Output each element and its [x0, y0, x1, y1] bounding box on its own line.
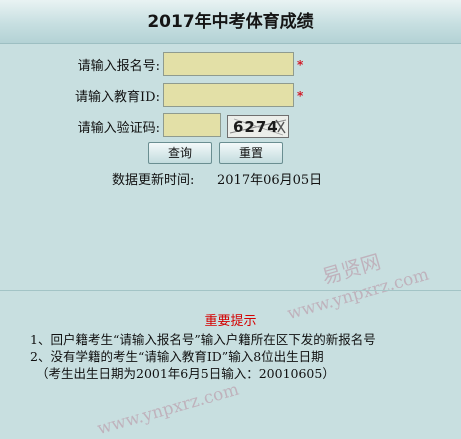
data-update-label: 数据更新时间:	[112, 173, 195, 188]
exam-number-label: 请输入报名号:	[77, 59, 160, 74]
watermark-text: 易贤网	[319, 249, 384, 289]
education-id-label: 请输入教育ID:	[75, 90, 160, 105]
watermark-url-lower: www.ynpxrz.com	[95, 379, 242, 439]
captcha-input[interactable]	[163, 113, 221, 137]
notice-title: 重要提示	[204, 314, 257, 329]
section-divider	[0, 290, 461, 291]
captcha-label: 请输入验证码:	[77, 121, 160, 136]
page-title: 2017年中考体育成绩	[147, 12, 314, 32]
page-header: 2017年中考体育成绩	[0, 0, 461, 44]
exam-number-input[interactable]	[163, 52, 294, 76]
query-button[interactable]: 查询	[148, 142, 212, 164]
data-update-date: 2017年06月05日	[217, 173, 323, 188]
education-id-required-mark: *	[297, 89, 304, 103]
captcha-text: 6274	[233, 118, 279, 136]
notice-line: （考生出生日期为2001年6月5日输入：20010605）	[36, 366, 335, 381]
captcha-noise-graphic: 6274	[229, 118, 287, 136]
reset-button[interactable]: 重置	[219, 142, 283, 164]
captcha-image[interactable]: 6274	[227, 115, 289, 138]
exam-number-required-mark: *	[297, 58, 304, 72]
education-id-input[interactable]	[163, 83, 294, 107]
